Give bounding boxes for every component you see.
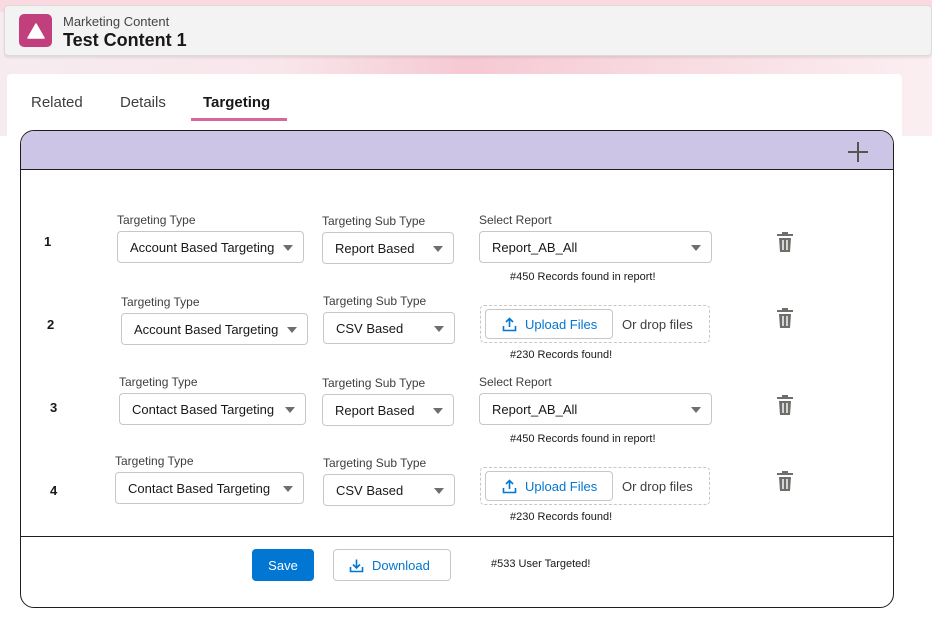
targeting-type-value: Account Based Targeting	[130, 239, 275, 255]
delete-row-button[interactable]	[776, 470, 794, 492]
targeting-type-label: Targeting Type	[117, 213, 196, 227]
report-value: Report_AB_All	[492, 401, 578, 417]
targeting-type-value: Contact Based Targeting	[132, 401, 275, 417]
chevron-down-icon	[285, 407, 295, 413]
targeting-type-label: Targeting Type	[121, 295, 200, 309]
records-found-note: #230 Records found!	[510, 511, 613, 523]
add-row-button[interactable]	[846, 140, 870, 164]
row-number: 4	[50, 483, 58, 498]
report-label: Select Report	[479, 375, 552, 389]
report-label: Select Report	[479, 213, 552, 227]
upload-files-button[interactable]: Upload Files	[485, 309, 613, 339]
targeting-type-value: Account Based Targeting	[134, 321, 279, 337]
targeting-type-select[interactable]: Account Based Targeting	[117, 231, 304, 263]
row-number: 2	[47, 317, 55, 332]
records-found-note: #230 Records found!	[510, 349, 613, 361]
upload-icon	[502, 478, 517, 493]
file-drop-zone[interactable]: Upload Files Or drop files	[480, 467, 710, 505]
card-header	[21, 131, 893, 170]
targeting-card	[20, 130, 894, 608]
footer-divider	[21, 536, 893, 537]
triangle-icon	[19, 14, 52, 47]
chevron-down-icon	[433, 408, 443, 414]
upload-files-label: Upload Files	[525, 316, 598, 332]
sub-type-value: CSV Based	[336, 320, 404, 336]
upload-files-button[interactable]: Upload Files	[485, 471, 613, 501]
sub-type-select[interactable]: Report Based	[322, 394, 454, 426]
chevron-down-icon	[283, 245, 293, 251]
trash-icon	[777, 395, 793, 415]
chevron-down-icon	[434, 488, 444, 494]
users-targeted-status: #533 User Targeted!	[491, 558, 591, 570]
trash-icon	[777, 471, 793, 491]
file-drop-zone[interactable]: Upload Files Or drop files	[480, 305, 710, 343]
download-button[interactable]: Download	[333, 549, 451, 581]
chevron-down-icon	[433, 246, 443, 252]
sub-type-label: Targeting Sub Type	[322, 214, 426, 228]
chevron-down-icon	[691, 407, 701, 413]
save-button[interactable]: Save	[252, 549, 314, 581]
drop-files-label: Or drop files	[622, 317, 693, 332]
records-found-note: #450 Records found in report!	[510, 433, 656, 445]
tab-details[interactable]: Details	[120, 94, 166, 111]
chevron-down-icon	[287, 327, 297, 333]
report-value: Report_AB_All	[492, 239, 578, 255]
chevron-down-icon	[691, 245, 701, 251]
targeting-type-label: Targeting Type	[115, 454, 194, 468]
targeting-type-value: Contact Based Targeting	[128, 480, 271, 496]
trash-icon	[777, 232, 793, 252]
sub-type-select[interactable]: CSV Based	[323, 474, 455, 506]
sub-type-label: Targeting Sub Type	[323, 456, 427, 470]
targeting-type-label: Targeting Type	[119, 375, 198, 389]
targeting-type-select[interactable]: Account Based Targeting	[121, 313, 308, 345]
delete-row-button[interactable]	[776, 307, 794, 329]
sub-type-value: CSV Based	[336, 482, 404, 498]
object-type-label: Marketing Content	[63, 14, 170, 29]
row-number: 3	[50, 400, 58, 415]
delete-row-button[interactable]	[776, 394, 794, 416]
chevron-down-icon	[434, 326, 444, 332]
targeting-type-select[interactable]: Contact Based Targeting	[115, 472, 304, 504]
download-label: Download	[372, 557, 430, 573]
sub-type-select[interactable]: CSV Based	[323, 312, 455, 344]
targeting-type-select[interactable]: Contact Based Targeting	[119, 393, 306, 425]
tab-targeting[interactable]: Targeting	[203, 94, 270, 111]
plus-icon	[848, 142, 868, 162]
drop-files-label: Or drop files	[622, 479, 693, 494]
trash-icon	[777, 308, 793, 328]
chevron-down-icon	[283, 486, 293, 492]
tab-related[interactable]: Related	[31, 94, 83, 111]
active-tab-indicator	[191, 118, 287, 121]
sub-type-value: Report Based	[335, 402, 415, 418]
record-header: Marketing Content Test Content 1	[4, 5, 932, 56]
sub-type-label: Targeting Sub Type	[322, 376, 426, 390]
sub-type-label: Targeting Sub Type	[323, 294, 427, 308]
download-icon	[349, 559, 364, 572]
report-select[interactable]: Report_AB_All	[479, 231, 712, 263]
sub-type-select[interactable]: Report Based	[322, 232, 454, 264]
delete-row-button[interactable]	[776, 231, 794, 253]
sub-type-value: Report Based	[335, 240, 415, 256]
upload-files-label: Upload Files	[525, 478, 598, 494]
record-title: Test Content 1	[63, 30, 187, 50]
upload-icon	[502, 316, 517, 331]
records-found-note: #450 Records found in report!	[510, 271, 656, 283]
report-select[interactable]: Report_AB_All	[479, 393, 712, 425]
row-number: 1	[44, 234, 52, 249]
